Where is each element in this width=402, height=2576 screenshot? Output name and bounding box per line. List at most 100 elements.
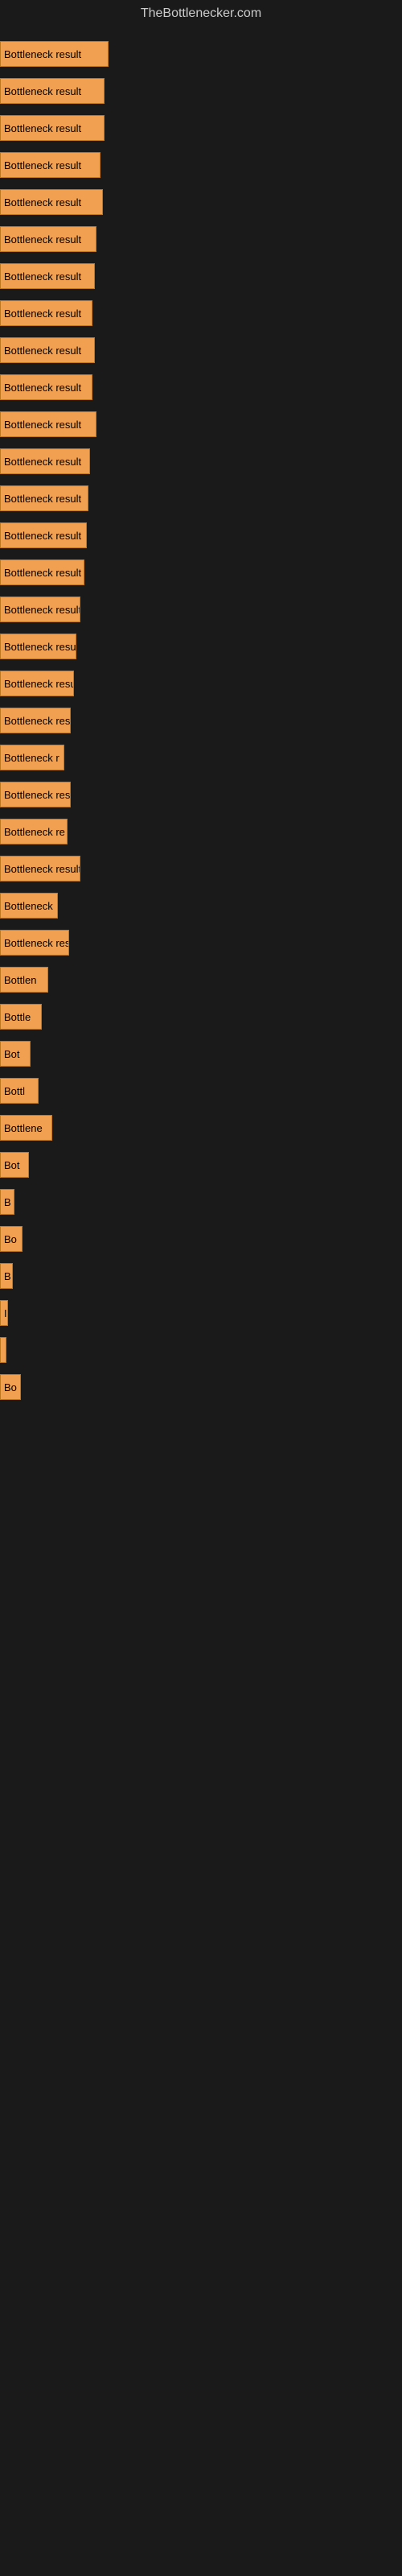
bar-label: Bottleneck result bbox=[4, 270, 81, 283]
bottleneck-bar: Bottleneck result bbox=[0, 671, 74, 696]
bar-row: Bottleneck result bbox=[0, 517, 402, 554]
bottleneck-bar: Bottlen bbox=[0, 967, 48, 993]
bottleneck-bar: Bottleneck result bbox=[0, 448, 90, 474]
bottleneck-bar: Bottleneck bbox=[0, 893, 58, 919]
bottleneck-bar: Bottleneck result bbox=[0, 78, 105, 104]
bar-label: Bottleneck resu bbox=[4, 789, 71, 801]
bar-row: Bottleneck result bbox=[0, 295, 402, 332]
bottleneck-bar: Bottleneck resu bbox=[0, 782, 71, 807]
bar-label: Bot bbox=[4, 1048, 20, 1060]
bar-row: Bottleneck resu bbox=[0, 702, 402, 739]
bottleneck-bar: Bottleneck result bbox=[0, 374, 92, 400]
bar-row: Bottleneck result bbox=[0, 850, 402, 887]
bar-label: Bottleneck result bbox=[4, 345, 81, 357]
bar-row: Bottleneck r bbox=[0, 739, 402, 776]
bar-row: Bottleneck result bbox=[0, 480, 402, 517]
bottleneck-bar: Bottleneck result bbox=[0, 597, 80, 622]
bar-row: Bottleneck result bbox=[0, 369, 402, 406]
bar-label: Bottleneck result bbox=[4, 419, 81, 431]
bottleneck-bar: I bbox=[0, 1300, 8, 1326]
bottleneck-bar: B bbox=[0, 1189, 14, 1215]
bar-label: Bottle bbox=[4, 1011, 31, 1023]
bar-row: Bottleneck resu bbox=[0, 776, 402, 813]
bottleneck-bar: Bottleneck result bbox=[0, 559, 84, 585]
bar-label: Bottleneck result bbox=[4, 456, 81, 468]
bar-row: Bottleneck result bbox=[0, 221, 402, 258]
bottleneck-bar: Bot bbox=[0, 1041, 31, 1067]
bottleneck-bar: Bottleneck result bbox=[0, 226, 96, 252]
bar-row: Bottleneck result bbox=[0, 665, 402, 702]
bar-row: Bottleneck result bbox=[0, 628, 402, 665]
bar-label: Bottleneck bbox=[4, 900, 53, 912]
bar-label: Bottleneck result bbox=[4, 233, 81, 246]
bottleneck-bar: B bbox=[0, 1263, 13, 1289]
bar-label: Bo bbox=[4, 1233, 17, 1245]
bottleneck-bar: Bottlene bbox=[0, 1115, 52, 1141]
bar-label: Bottleneck result bbox=[4, 122, 81, 134]
bar-label: Bottleneck result bbox=[4, 604, 80, 616]
bottleneck-bar: Bottleneck result bbox=[0, 300, 92, 326]
bottleneck-bar: Bottleneck result bbox=[0, 115, 105, 141]
bar-label: Bottl bbox=[4, 1085, 25, 1097]
bottleneck-bar: Bottleneck result bbox=[0, 41, 109, 67]
bottleneck-bar: Bottleneck result bbox=[0, 856, 80, 881]
bar-label: Bottleneck resu bbox=[4, 715, 71, 727]
bar-label: Bottleneck result bbox=[4, 641, 76, 653]
site-title: TheBottlenecker.com bbox=[0, 0, 402, 27]
bar-row: Bottleneck result bbox=[0, 443, 402, 480]
bar-row: Bottleneck bbox=[0, 887, 402, 924]
bar-row: Bottleneck re bbox=[0, 813, 402, 850]
bar-label: Bottleneck result bbox=[4, 159, 81, 171]
bar-label: Bottlene bbox=[4, 1122, 43, 1134]
bar-label: Bottleneck result bbox=[4, 308, 81, 320]
bottleneck-bar: Bottleneck resu bbox=[0, 708, 71, 733]
bottleneck-bar: Bottleneck result bbox=[0, 411, 96, 437]
bar-row: Bottlen bbox=[0, 961, 402, 998]
bar-label: Bottleneck result bbox=[4, 85, 81, 97]
bar-label: I bbox=[4, 1307, 7, 1319]
bar-row: Bottleneck result bbox=[0, 147, 402, 184]
bar-label: Bottleneck resu bbox=[4, 937, 69, 949]
bottleneck-bar: Bottleneck result bbox=[0, 522, 87, 548]
bar-row: Bottleneck result bbox=[0, 591, 402, 628]
bar-row: B bbox=[0, 1183, 402, 1220]
bar-label: Bottleneck result bbox=[4, 863, 80, 875]
bottleneck-bar: Bo bbox=[0, 1374, 21, 1400]
bar-label: Bottleneck result bbox=[4, 493, 81, 505]
bottleneck-bar: Bot bbox=[0, 1152, 29, 1178]
bar-label: Bo bbox=[4, 1381, 17, 1393]
bar-label: Bottleneck result bbox=[4, 567, 81, 579]
bar-label: Bot bbox=[4, 1159, 20, 1171]
bar-row: Bottleneck result bbox=[0, 258, 402, 295]
bar-row: Bottleneck result bbox=[0, 554, 402, 591]
bar-label: Bottlen bbox=[4, 974, 36, 986]
bar-row: Bot bbox=[0, 1035, 402, 1072]
bar-row: Bottle bbox=[0, 998, 402, 1035]
bottleneck-bar: Bottleneck resu bbox=[0, 930, 69, 956]
bar-row: I bbox=[0, 1294, 402, 1331]
bottleneck-bar: Bottleneck result bbox=[0, 337, 95, 363]
bottleneck-bar: Bottleneck result bbox=[0, 485, 88, 511]
bar-label: Bottleneck result bbox=[4, 678, 74, 690]
bar-label: B bbox=[4, 1270, 11, 1282]
bar-row: Bottleneck result bbox=[0, 332, 402, 369]
bar-label: Bottleneck r bbox=[4, 752, 59, 764]
bar-label: Bottleneck re bbox=[4, 826, 65, 838]
bar-label: Bottleneck result bbox=[4, 48, 81, 60]
bar-row: Bot bbox=[0, 1146, 402, 1183]
bar-row: Bottleneck result bbox=[0, 184, 402, 221]
bottleneck-bar: Bottleneck r bbox=[0, 745, 64, 770]
bar-row: Bottleneck result bbox=[0, 72, 402, 109]
bar-row: Bottleneck result bbox=[0, 35, 402, 72]
bar-row bbox=[0, 1331, 402, 1368]
bar-label: Bottleneck result bbox=[4, 382, 81, 394]
bar-row: Bottleneck resu bbox=[0, 924, 402, 961]
bars-container: Bottleneck result Bottleneck result Bottle… bbox=[0, 27, 402, 1414]
bar-label: B bbox=[4, 1196, 11, 1208]
bottleneck-bar bbox=[0, 1337, 6, 1363]
bottleneck-bar: Bottleneck result bbox=[0, 189, 103, 215]
bottleneck-bar: Bottle bbox=[0, 1004, 42, 1030]
bar-label: Bottleneck result bbox=[4, 196, 81, 208]
bar-row: Bottleneck result bbox=[0, 406, 402, 443]
bottleneck-bar: Bottleneck result bbox=[0, 263, 95, 289]
